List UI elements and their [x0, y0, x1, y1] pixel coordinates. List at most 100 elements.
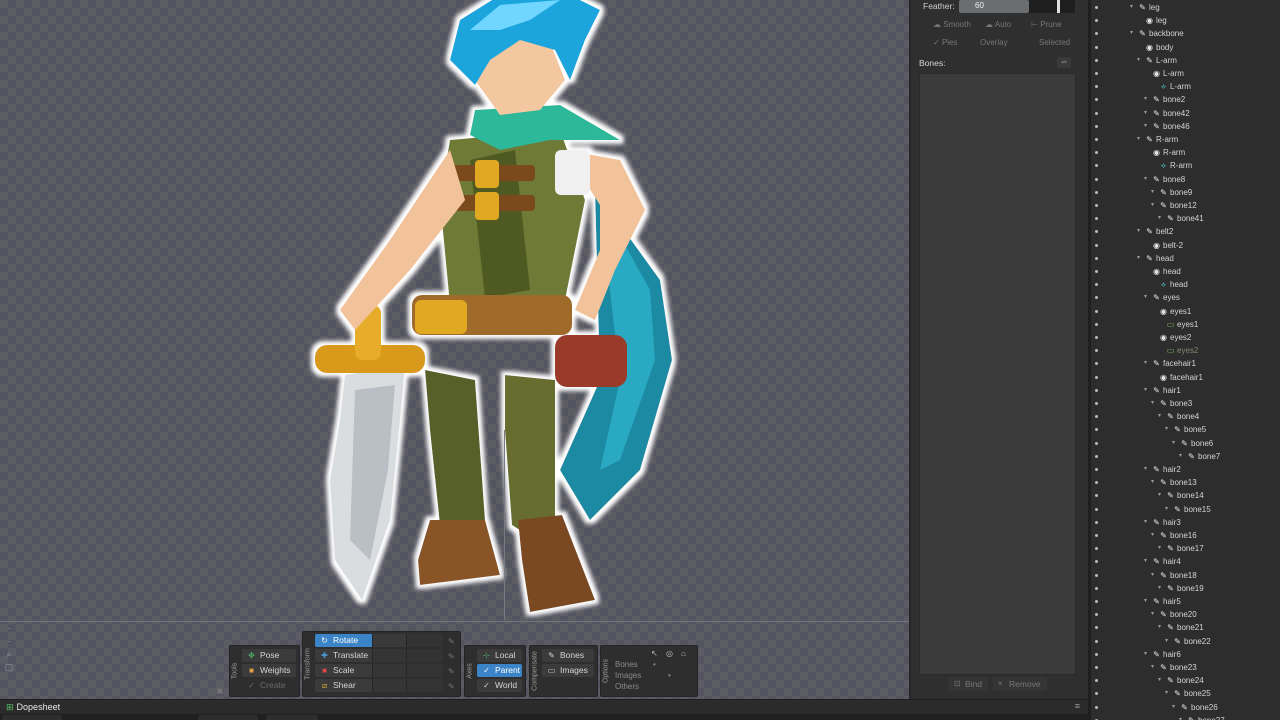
tree-node[interactable]: ◉ facehair1 — [1091, 371, 1280, 384]
tree-node[interactable]: ⟡ L-arm — [1091, 80, 1280, 93]
prune-button[interactable]: ⊢ Prune — [1031, 18, 1062, 32]
visibility-dot-icon[interactable] — [1095, 6, 1098, 9]
tree-node[interactable]: ▾ ✎ bone5 — [1091, 423, 1280, 436]
menu-icon[interactable]: ≡ — [1075, 701, 1080, 711]
link-icon[interactable]: ⇌ — [1057, 57, 1071, 68]
visibility-dot-icon[interactable] — [1095, 124, 1098, 128]
expand-arrow-icon[interactable]: ▾ — [1158, 212, 1164, 225]
visibility-dot-icon[interactable] — [1095, 309, 1098, 313]
expand-arrow-icon[interactable]: ▾ — [1151, 397, 1157, 410]
visibility-dot-icon[interactable] — [1095, 441, 1098, 445]
visibility-dot-icon[interactable] — [1095, 72, 1098, 75]
visibility-dot-icon[interactable] — [1095, 613, 1098, 617]
expand-arrow-icon[interactable]: ▾ — [1165, 635, 1171, 648]
tree-node[interactable]: ▾ ✎ hair1 — [1091, 384, 1280, 397]
tree-node[interactable]: ▾ ✎ bone12 — [1091, 199, 1280, 212]
visibility-dot-icon[interactable] — [1095, 547, 1098, 551]
world-axes-button[interactable]: ✓ World — [477, 679, 522, 692]
visibility-dot-icon[interactable] — [1095, 600, 1098, 603]
visibility-dot-icon[interactable] — [1095, 19, 1098, 23]
remove-button[interactable]: × Remove — [993, 677, 1047, 691]
scale-y-field[interactable] — [406, 664, 443, 677]
visibility-dot-icon[interactable] — [1095, 322, 1098, 326]
translate-tool-button[interactable]: ✚ Translate — [315, 649, 443, 662]
tree-node[interactable]: ▾ ✎ belt2 — [1091, 225, 1280, 238]
scale-x-field[interactable] — [372, 664, 407, 677]
tree-node[interactable]: ▾ ✎ bone4 — [1091, 410, 1280, 423]
eye-icon[interactable]: ◎ — [666, 649, 673, 658]
visibility-dot-icon[interactable] — [1095, 520, 1098, 524]
tree-node[interactable]: ◉ eyes1 — [1091, 305, 1280, 318]
visibility-dot-icon[interactable] — [1095, 164, 1098, 168]
tree-node[interactable]: ▾ ✎ hair2 — [1091, 463, 1280, 476]
tree-node[interactable]: ▾ ✎ bone22 — [1091, 635, 1280, 648]
character-skeleton-image[interactable] — [300, 0, 690, 625]
shear-tool-button[interactable]: ⧄ Shear — [315, 679, 443, 692]
auto-button[interactable]: ☁ Auto — [985, 18, 1011, 32]
expand-arrow-icon[interactable]: ▾ — [1151, 529, 1157, 542]
visibility-dot-icon[interactable] — [1095, 454, 1098, 458]
visibility-dot-icon[interactable] — [1095, 705, 1098, 709]
compensate-images-button[interactable]: ▭ Images — [542, 664, 594, 677]
expand-arrow-icon[interactable]: ▾ — [1179, 450, 1185, 463]
expand-arrow-icon[interactable]: ▾ — [1158, 542, 1164, 555]
frame-icon[interactable]: ▢ — [4, 662, 14, 672]
expand-arrow-icon[interactable]: ▾ — [1144, 107, 1150, 120]
tree-node[interactable]: ▾ ✎ bone3 — [1091, 397, 1280, 410]
search-icon[interactable]: ⌕ — [4, 649, 14, 659]
bind-button[interactable]: ⊡ Bind — [949, 677, 989, 691]
visibility-dot-icon[interactable] — [1095, 45, 1098, 49]
expand-arrow-icon[interactable]: ▾ — [1144, 357, 1150, 370]
visibility-dot-icon[interactable] — [1095, 507, 1098, 511]
visibility-dot-icon[interactable] — [1095, 626, 1098, 630]
visibility-dot-icon[interactable] — [1095, 468, 1098, 471]
tag-icon[interactable]: ⌂ — [681, 649, 686, 658]
tree-node[interactable]: ▾ ✎ bone2 — [1091, 93, 1280, 106]
tree-node[interactable]: ▾ ✎ bone8 — [1091, 173, 1280, 186]
tree-node[interactable]: ▾ ✎ bone17 — [1091, 542, 1280, 555]
visibility-dot-icon[interactable] — [1095, 58, 1098, 62]
expand-arrow-icon[interactable]: ▾ — [1144, 120, 1150, 133]
tree-node[interactable]: ▾ ✎ leg — [1091, 1, 1280, 14]
visibility-dot-icon[interactable] — [1095, 560, 1098, 564]
expand-arrow-icon[interactable]: ▾ — [1158, 674, 1164, 687]
visibility-dot-icon[interactable] — [1095, 652, 1098, 656]
tree-node[interactable]: ▾ ✎ R-arm — [1091, 133, 1280, 146]
expand-arrow-icon[interactable]: ▾ — [1144, 648, 1150, 661]
visibility-dot-icon[interactable] — [1095, 362, 1098, 366]
expand-arrow-icon[interactable]: ▾ — [1151, 199, 1157, 212]
tree-node[interactable]: ▾ ✎ bone6 — [1091, 437, 1280, 450]
tree-node[interactable]: ▾ ✎ backbone — [1091, 27, 1280, 40]
expand-arrow-icon[interactable]: ▾ — [1158, 621, 1164, 634]
tree-node[interactable]: ▾ ✎ bone19 — [1091, 582, 1280, 595]
expand-arrow-icon[interactable]: ▾ — [1137, 225, 1143, 238]
tree-node[interactable]: ◉ leg — [1091, 14, 1280, 27]
overlay-toggle[interactable]: Overlay — [980, 36, 1008, 50]
visibility-dot-icon[interactable] — [1095, 336, 1098, 339]
translate-x-field[interactable] — [372, 649, 407, 662]
visibility-dot-icon[interactable] — [1095, 679, 1098, 683]
tree-node[interactable]: ▾ ✎ bone14 — [1091, 489, 1280, 502]
visibility-dot-icon[interactable] — [1095, 151, 1098, 155]
tree-node[interactable]: ▾ ✎ bone7 — [1091, 450, 1280, 463]
visibility-dot-icon[interactable] — [1095, 190, 1098, 194]
tree-node[interactable]: ▾ ✎ facehair1 — [1091, 357, 1280, 370]
pies-toggle[interactable]: ✓ Pies — [933, 36, 958, 50]
tree-node[interactable]: ▾ ✎ bone21 — [1091, 621, 1280, 634]
tree-node[interactable]: ⟡ head — [1091, 278, 1280, 291]
expand-arrow-icon[interactable]: ▾ — [1137, 133, 1143, 146]
expand-arrow-icon[interactable]: ▾ — [1151, 476, 1157, 489]
visibility-dot-icon[interactable] — [1095, 217, 1098, 221]
tree-node[interactable]: ◉ eyes2 — [1091, 331, 1280, 344]
pin-icon[interactable]: ✎ — [448, 667, 455, 676]
visibility-dot-icon[interactable] — [1095, 428, 1098, 432]
tree-node[interactable]: ▾ ✎ head — [1091, 252, 1280, 265]
expand-arrow-icon[interactable]: ▾ — [1165, 423, 1171, 436]
expand-arrow-icon[interactable]: ▾ — [1144, 93, 1150, 106]
tree-node[interactable]: ⟡ R-arm — [1091, 159, 1280, 172]
tree-node[interactable]: ▾ ✎ hair3 — [1091, 516, 1280, 529]
expand-arrow-icon[interactable]: ▾ — [1144, 173, 1150, 186]
parent-axes-button[interactable]: ✓ Parent — [477, 664, 522, 677]
shear-x-field[interactable] — [372, 679, 407, 692]
expand-arrow-icon[interactable]: ▾ — [1144, 595, 1150, 608]
